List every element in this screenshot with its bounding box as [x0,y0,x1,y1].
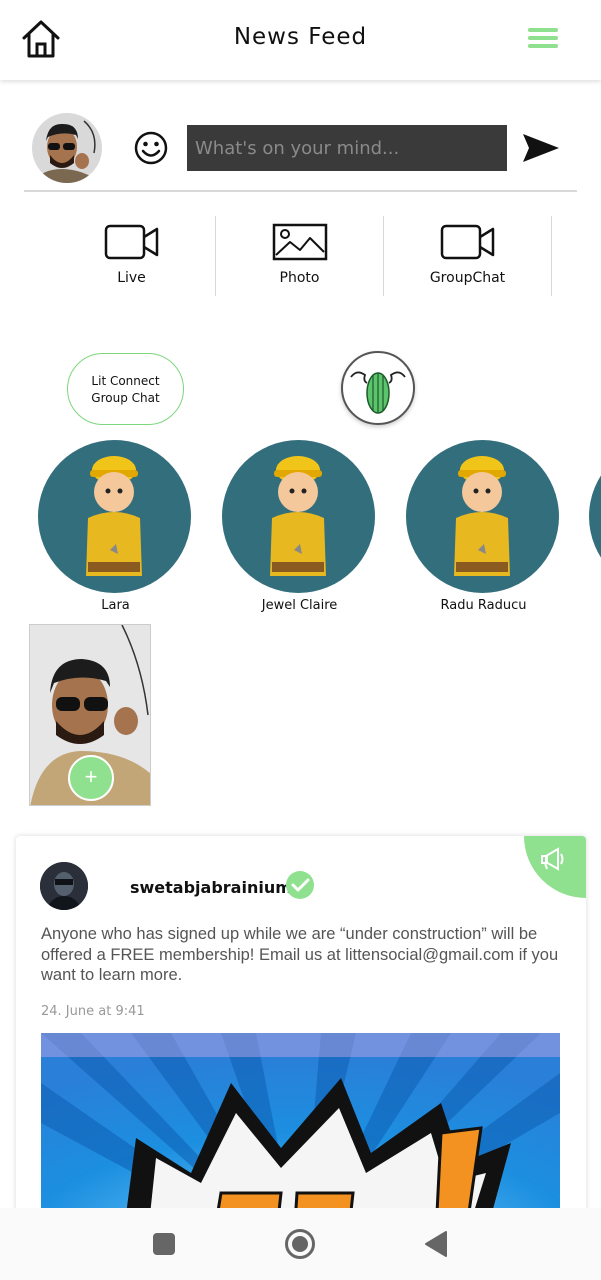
system-nav-bar [0,1208,601,1280]
person-card[interactable]: Radu Raducu [406,440,561,613]
page-title: News Feed [233,24,368,50]
create-actions: Live Photo GroupChat [48,216,553,296]
suggested-people: Lara Jewel Claire Radu Raducu [0,440,601,615]
post-body: Anyone who has signed up while we are “u… [41,925,559,984]
send-icon [523,134,559,162]
square-icon [153,1233,175,1255]
verified-check-icon [286,871,314,899]
post-composer [24,110,577,192]
groupchat-label: GroupChat [429,270,506,286]
avatar [222,440,375,593]
person-card[interactable]: Lara [38,440,193,613]
live-action[interactable]: Live [48,216,216,296]
person-name: Jewel Claire [261,598,338,613]
post-card: swetabjabrainium Anyone who has signed u… [16,836,586,1236]
circle-home-icon [285,1229,315,1259]
top-app-bar: News Feed [0,0,601,80]
post-author-avatar[interactable] [40,862,88,910]
my-story-card[interactable]: + [29,624,151,806]
status-input[interactable] [187,125,507,171]
person-name: Lara [101,598,130,613]
cactus-mascot-icon [350,371,406,414]
back-triangle-icon [425,1231,447,1257]
avatar [406,440,559,593]
recent-apps-button[interactable] [152,1232,176,1261]
post-image[interactable] [41,1033,560,1236]
video-camera-icon [440,224,494,260]
photo-action[interactable]: Photo [216,216,384,296]
post-corner-badge[interactable] [524,836,586,898]
person-card[interactable]: Jewel Claire [222,440,377,613]
post-timestamp: 24. June at 9:41 [41,1004,145,1019]
image-icon [272,223,327,261]
person-card[interactable] [589,440,601,593]
group-chat-button[interactable]: Lit Connect Group Chat [67,353,184,425]
groupchat-action[interactable]: GroupChat [384,216,552,296]
user-avatar[interactable] [32,113,102,183]
send-button[interactable] [521,132,561,164]
add-story-button[interactable]: + [68,755,114,801]
post-author-name[interactable]: swetabjabrainium [130,878,292,897]
verified-badge [283,870,317,900]
avatar [589,440,601,593]
hamburger-menu-icon[interactable] [528,28,560,50]
smiley-icon [134,131,168,165]
megaphone-icon [541,847,564,871]
group-chat-line1: Lit Connect [91,374,160,388]
person-name: Radu Raducu [440,598,527,613]
live-label: Live [117,270,146,286]
mascot-button[interactable] [341,351,415,425]
photo-label: Photo [279,270,320,286]
back-button[interactable] [424,1230,448,1263]
avatar [38,440,191,593]
group-chat-line2: Group Chat [91,391,160,405]
emoji-button[interactable] [133,130,169,166]
video-camera-icon [104,224,158,260]
home-nav-button[interactable] [284,1228,316,1265]
